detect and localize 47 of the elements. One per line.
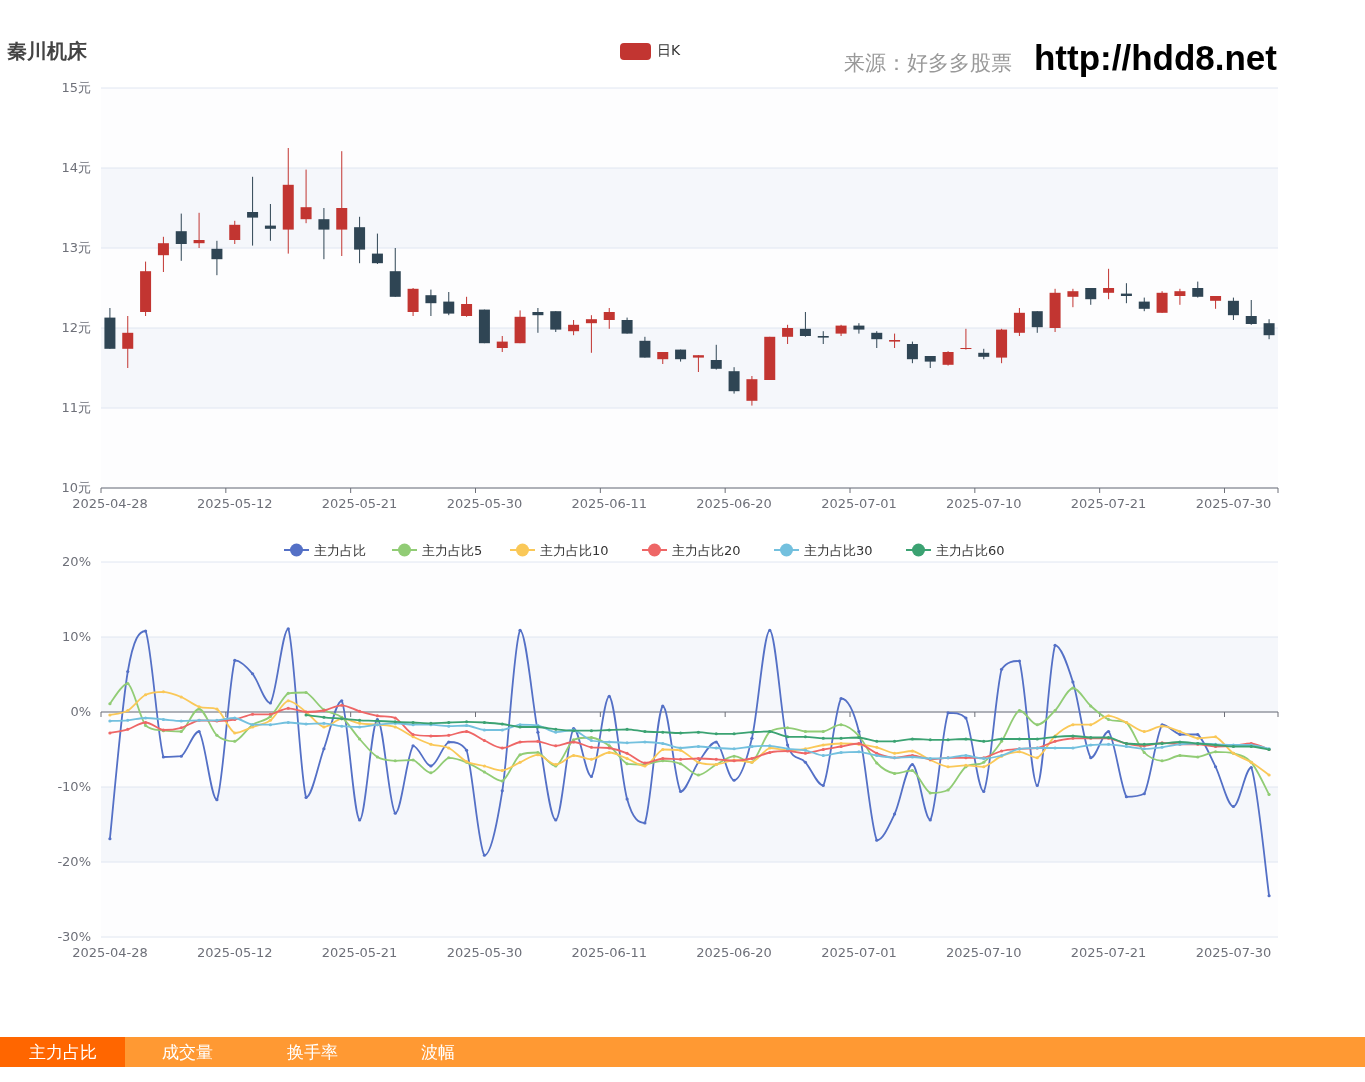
source-label: 来源：好多多股票 <box>844 50 1012 77</box>
axis-label: -10% <box>57 779 91 794</box>
axis-label: 2025-05-30 <box>446 945 523 960</box>
axis-label: 2025-05-12 <box>196 945 273 960</box>
axis-label: 10% <box>62 629 91 644</box>
legend-label: 主力占比 <box>314 543 366 558</box>
legend-label: 主力占比30 <box>804 543 873 558</box>
axis-label: 2025-06-20 <box>696 496 772 511</box>
axis-label: 2025-07-01 <box>821 945 897 960</box>
legend-item[interactable]: 主力占比10 <box>509 543 609 558</box>
axis-label: 10元 <box>61 480 91 495</box>
axis-label: -20% <box>57 854 91 869</box>
legend-item[interactable]: 主力占比 <box>283 543 366 558</box>
legend-label: 主力占比5 <box>422 543 483 558</box>
legend-label: 主力占比10 <box>540 543 609 558</box>
axis-label: 2025-06-20 <box>696 945 772 960</box>
site-url: http://hdd8.net <box>1034 38 1277 78</box>
axis-label: 20% <box>62 554 91 569</box>
axis-label: 2025-05-12 <box>196 496 273 511</box>
legend-label: 主力占比20 <box>672 543 741 558</box>
axis-label: 2025-05-30 <box>446 496 523 511</box>
axis-label: 15元 <box>61 80 91 95</box>
axis-label: 13元 <box>61 240 91 255</box>
axis-label: 2025-07-21 <box>1070 496 1147 511</box>
axis-label: 2025-07-30 <box>1195 496 1272 511</box>
axis-label: 14元 <box>61 160 91 175</box>
axis-label: 2025-07-10 <box>945 496 1022 511</box>
legend-item[interactable]: 主力占比20 <box>641 543 741 558</box>
legend-item[interactable]: 主力占比60 <box>905 543 1005 558</box>
axis-label: 2025-07-30 <box>1195 945 1272 960</box>
axis-label: 2025-04-28 <box>72 496 148 511</box>
axis-label: 0% <box>70 704 91 719</box>
axis-label: 11元 <box>61 400 91 415</box>
axis-label: 2025-07-21 <box>1070 945 1147 960</box>
legend-item[interactable]: 主力占比5 <box>391 543 483 558</box>
axis-label: 12元 <box>61 320 91 335</box>
axis-label: 2025-04-28 <box>72 945 148 960</box>
legend-label: 主力占比60 <box>936 543 1005 558</box>
legend-item[interactable]: 主力占比30 <box>773 543 873 558</box>
axis-label: 2025-06-11 <box>571 945 648 960</box>
axis-label: -30% <box>57 929 91 944</box>
axis-label: 2025-06-11 <box>571 496 648 511</box>
axis-label: 2025-05-21 <box>321 496 398 511</box>
stock-title: 秦川机床 <box>7 38 87 65</box>
axis-label: 2025-05-21 <box>321 945 398 960</box>
axis-label: 2025-07-10 <box>945 945 1022 960</box>
axis-label: 2025-07-01 <box>821 496 897 511</box>
